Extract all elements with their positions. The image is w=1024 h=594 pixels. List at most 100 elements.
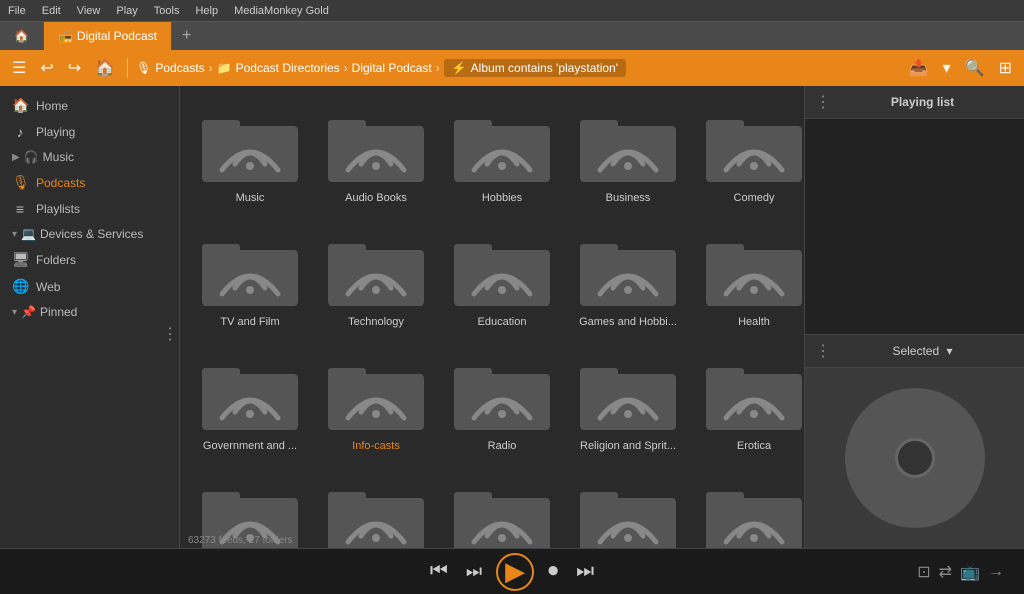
music-expand-icon: ▶	[12, 152, 20, 163]
folder-item[interactable]	[696, 470, 804, 548]
play-button[interactable]: ▶	[496, 553, 534, 591]
content-area: Music Audio Books Hobbies	[180, 86, 804, 548]
bc-filter: ⚡ Album contains 'playstation'	[444, 59, 626, 77]
toolbar-search-button[interactable]: 🔍	[961, 56, 989, 80]
folder-item[interactable]: Comedy	[696, 98, 804, 212]
menu-mediamonkey[interactable]: MediaMonkey Gold	[234, 5, 329, 17]
rewind-button[interactable]: ⏭	[462, 557, 486, 586]
bc-icon-podcasts: 🎙	[136, 61, 151, 75]
sidebar-item-folders[interactable]: 🖥 Folders	[0, 246, 179, 273]
stop-button[interactable]: ⏺	[544, 556, 562, 587]
menu-tools[interactable]: Tools	[154, 5, 180, 17]
folder-item[interactable]: Radio	[444, 346, 560, 460]
menu-edit[interactable]: Edit	[42, 5, 61, 17]
tab-home-icon: 🏠	[14, 29, 29, 43]
selected-more[interactable]: ⋮	[815, 341, 831, 361]
sidebar-item-music[interactable]: ▶ 🎧 Music	[0, 145, 179, 169]
tab-digital-podcast[interactable]: 📻 Digital Podcast	[44, 22, 172, 50]
folder-label: Religion and Sprit...	[580, 440, 676, 452]
folder-icon	[578, 106, 678, 186]
player-controls: ⏮ ⏭ ▶ ⏺ ⏭	[426, 553, 598, 591]
sidebar-more-button[interactable]: ⋮	[162, 324, 178, 344]
toolbar: ☰ ↩ ↪ 🏠 🎙 Podcasts › 📁 Podcast Directori…	[0, 50, 1024, 86]
sidebar-playing-label: Playing	[36, 125, 75, 139]
folder-item[interactable]	[318, 470, 434, 548]
playing-list-content	[805, 119, 1024, 334]
menu-bar: File Edit View Play Tools Help MediaMonk…	[0, 0, 1024, 22]
menu-view[interactable]: View	[77, 5, 101, 17]
toolbar-menu-button[interactable]: ☰	[8, 56, 30, 80]
repeat-button[interactable]: ⊡	[917, 562, 930, 582]
bc-podcasts[interactable]: Podcasts	[155, 61, 204, 75]
sidebar-item-pinned[interactable]: ▾ 📌 Pinned	[0, 300, 179, 324]
main-layout: 🏠 Home ♪ Playing ▶ 🎧 Music 🎙 Podcasts ≡ …	[0, 86, 1024, 548]
folder-label: Education	[478, 316, 527, 328]
folder-item[interactable]: Religion and Sprit...	[570, 346, 686, 460]
bc-digital-podcast[interactable]: Digital Podcast	[352, 61, 432, 75]
playing-list-title: Playing list	[891, 95, 954, 109]
folder-icon	[578, 354, 678, 434]
sidebar-item-devices[interactable]: ▾ 💻 Devices & Services	[0, 222, 179, 246]
tab-podcast-icon: 📻	[58, 29, 73, 43]
right-controls: ⊡ ⇄ 📺 →	[917, 562, 1004, 582]
folder-icon	[452, 478, 552, 548]
cast-button[interactable]: 📺	[960, 562, 980, 582]
tab-default[interactable]: 🏠	[0, 22, 44, 50]
folder-icon	[200, 354, 300, 434]
shuffle-button[interactable]: ⇄	[939, 562, 952, 582]
playing-list-more[interactable]: ⋮	[815, 92, 831, 112]
folder-label: Games and Hobbi...	[579, 316, 677, 328]
sidebar-home-label: Home	[36, 99, 68, 113]
filter-icon: ⚡	[452, 61, 467, 75]
folder-label: Business	[606, 192, 651, 204]
folder-item[interactable]: Hobbies	[444, 98, 560, 212]
sidebar-item-home[interactable]: 🏠 Home	[0, 92, 179, 119]
menu-help[interactable]: Help	[195, 5, 218, 17]
folder-item[interactable]	[444, 470, 560, 548]
folder-label: Radio	[488, 440, 517, 452]
playing-list-header: ⋮ Playing list	[805, 86, 1024, 119]
folder-item[interactable]: Business	[570, 98, 686, 212]
status-bar: 63273 feeds, 27 folders	[188, 535, 293, 546]
folder-label: Technology	[348, 316, 404, 328]
folders-icon: 🖥	[12, 251, 28, 268]
toolbar-export-button[interactable]: 📤	[905, 56, 933, 80]
folder-label: Comedy	[734, 192, 775, 204]
folder-item[interactable]: Info-casts	[318, 346, 434, 460]
bc-icon-directories: 📁	[217, 61, 232, 75]
menu-play[interactable]: Play	[116, 5, 137, 17]
folder-icon	[326, 230, 426, 310]
next-button[interactable]: ⏭	[572, 556, 598, 587]
folder-label: Government and ...	[203, 440, 297, 452]
toolbar-dropdown-button[interactable]: ▾	[939, 56, 955, 80]
sidebar-item-web[interactable]: 🌐 Web	[0, 273, 179, 300]
folder-item[interactable]: Games and Hobbi...	[570, 222, 686, 336]
prev-button[interactable]: ⏮	[426, 556, 452, 587]
queue-button[interactable]: →	[988, 563, 1004, 581]
menu-file[interactable]: File	[8, 5, 26, 17]
folder-item[interactable]: Technology	[318, 222, 434, 336]
sidebar-item-podcasts[interactable]: 🎙 Podcasts	[0, 169, 179, 196]
toolbar-columns-button[interactable]: ⊞	[995, 56, 1016, 80]
folder-item[interactable]: Education	[444, 222, 560, 336]
playing-icon: ♪	[12, 124, 28, 140]
folder-item[interactable]: Health	[696, 222, 804, 336]
toolbar-undo-button[interactable]: ↩	[36, 56, 57, 80]
folder-icon	[452, 230, 552, 310]
folder-item[interactable]: Audio Books	[318, 98, 434, 212]
toolbar-redo-button[interactable]: ↪	[64, 56, 85, 80]
toolbar-home-button[interactable]: 🏠	[91, 56, 119, 80]
sidebar-item-playing[interactable]: ♪ Playing	[0, 119, 179, 145]
bc-sep-3: ›	[436, 61, 440, 75]
folder-item[interactable]: Erotica	[696, 346, 804, 460]
bc-directories[interactable]: Podcast Directories	[236, 61, 340, 75]
folder-label: Audio Books	[345, 192, 407, 204]
disc-visual	[845, 388, 985, 528]
tab-add-button[interactable]: +	[172, 27, 201, 45]
folder-item[interactable]	[570, 470, 686, 548]
folder-item[interactable]: Music	[192, 98, 308, 212]
folder-icon	[326, 106, 426, 186]
sidebar-item-playlists[interactable]: ≡ Playlists	[0, 196, 179, 222]
folder-item[interactable]: TV and Film	[192, 222, 308, 336]
folder-item[interactable]: Government and ...	[192, 346, 308, 460]
